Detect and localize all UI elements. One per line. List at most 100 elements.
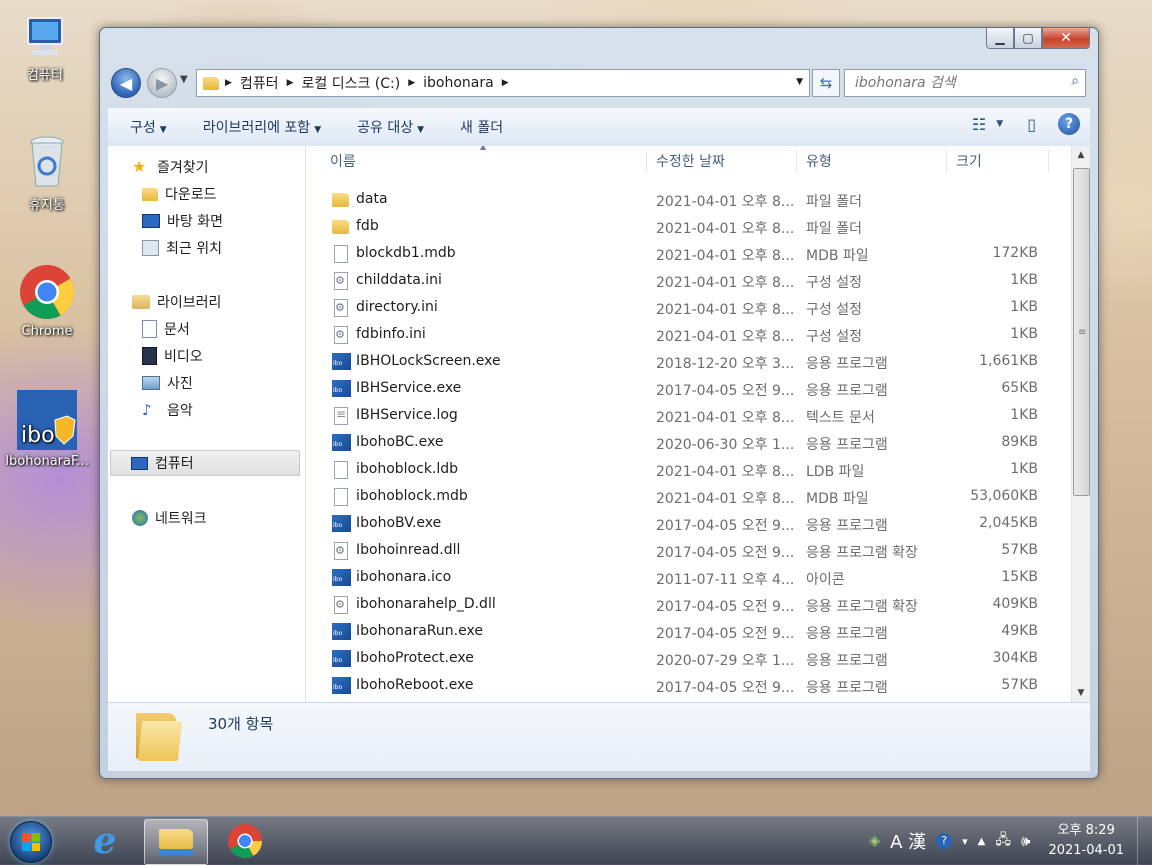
column-header-size[interactable]: 크기 [956,146,1046,176]
help-icon[interactable]: ? [1058,113,1080,135]
breadcrumb-arrow-icon[interactable]: ▶ [225,78,232,88]
application-icon [332,515,351,532]
show-hidden-icons-icon[interactable]: ▲ [978,836,986,847]
nav-recent[interactable]: 최근 위치 [142,235,222,261]
clock[interactable]: 오후 8:29 2021-04-01 [1048,821,1124,861]
nav-downloads[interactable]: 다운로드 [142,181,217,207]
column-divider[interactable] [796,150,797,172]
column-divider[interactable] [1048,150,1049,172]
preview-pane-icon[interactable]: ▯ [1027,115,1036,134]
nav-documents[interactable]: 문서 [142,316,190,342]
back-arrow-icon: ◀ [119,73,133,93]
desktop-icon-chrome[interactable]: Chrome [2,264,92,339]
file-row[interactable]: IbohoProtect.exe 2020-07-29 오후 1... 응용 프로그… [306,645,1072,672]
file-row[interactable]: data 2021-04-01 오후 8... 파일 폴더 [306,186,1072,213]
file-size: 49KB [1001,623,1038,639]
file-type: 파일 폴더 [806,221,862,237]
file-row[interactable]: childdata.ini 2021-04-01 오후 8... 구성 설정 1KB [306,267,1072,294]
column-header-name[interactable]: 이름 ▲ [330,146,630,176]
nav-label: 바탕 화면 [167,214,223,230]
file-type: 응용 프로그램 [806,518,888,534]
file-row[interactable]: ibohonarahelp_D.dll 2017-04-05 오전 9... 응용 … [306,591,1072,618]
file-row[interactable]: ibohoblock.ldb 2021-04-01 오후 8... LDB 파일 1K… [306,456,1072,483]
ime-help-icon[interactable]: ? [936,833,953,849]
refresh-button[interactable]: ⇆ [812,69,840,97]
breadcrumb-ibohonara[interactable]: ibohonara [423,75,494,91]
column-header-date[interactable]: 수정한 날짜 [656,146,796,176]
maximize-button[interactable]: ▢ [1014,28,1042,49]
column-divider[interactable] [646,150,647,172]
file-row[interactable]: IbohoBC.exe 2020-06-30 오후 1... 응용 프로그램 89KB [306,429,1072,456]
file-row[interactable]: ibohonara.ico 2011-07-11 오후 4... 아이콘 15KB [306,564,1072,591]
file-row[interactable]: IBHOLockScreen.exe 2018-12-20 오후 3... 응용 프… [306,348,1072,375]
language-bar-icon[interactable]: ◈ [869,833,880,849]
taskbar-chrome[interactable] [214,819,276,863]
file-date: 2018-12-20 오후 3... [656,356,795,372]
taskbar-internet-explorer[interactable]: e [74,819,136,863]
close-button[interactable]: ✕ [1042,28,1090,49]
address-bar[interactable]: ▶ 컴퓨터 ▶ 로컬 디스크 (C:) ▶ ibohonara ▶ ▼ [196,69,810,97]
breadcrumb-local-disk[interactable]: 로컬 디스크 (C:) [301,73,400,93]
file-row[interactable]: ibohoblock.mdb 2021-04-01 오후 8... MDB 파일 53… [306,483,1072,510]
file-row[interactable]: IbohoReboot.exe 2017-04-05 오전 9... 응용 프로그램… [306,672,1072,699]
nav-network[interactable]: 네트워크 [132,505,207,531]
library-icon [132,295,150,309]
include-in-library-menu[interactable]: 라이브러리에 포함 ▼ [203,117,321,137]
file-size: 1KB [1010,461,1038,477]
downloads-icon [142,187,158,201]
breadcrumb-arrow-icon[interactable]: ▶ [287,78,294,88]
file-row[interactable]: blockdb1.mdb 2021-04-01 오후 8... MDB 파일 172K… [306,240,1072,267]
column-header-type[interactable]: 유형 [806,146,946,176]
breadcrumb-arrow-icon[interactable]: ▶ [502,78,509,88]
search-input[interactable] [853,74,1057,92]
scroll-up-icon[interactable]: ▲ [1072,146,1090,164]
nav-pictures[interactable]: 사진 [142,370,193,396]
recent-pages-dropdown[interactable]: ▼ [180,74,188,85]
file-row[interactable]: Ibohoinread.dll 2017-04-05 오전 9... 응용 프로그램… [306,537,1072,564]
file-row[interactable]: fdb 2021-04-01 오후 8... 파일 폴더 [306,213,1072,240]
new-folder-button[interactable]: 새 폴더 [460,117,503,137]
scroll-down-icon[interactable]: ▼ [1072,684,1090,702]
back-button[interactable]: ◀ [111,68,141,98]
file-row[interactable]: directory.ini 2021-04-01 오후 8... 구성 설정 1KB [306,294,1072,321]
nav-videos[interactable]: 비디오 [142,343,203,369]
nav-computer[interactable]: 컴퓨터 [110,450,300,476]
ime-options-icon[interactable]: ▾ [962,835,968,848]
nav-desktop[interactable]: 바탕 화면 [142,208,223,234]
file-name: ibohoblock.ldb [356,461,459,477]
scroll-thumb[interactable]: ≡ [1073,168,1090,496]
taskbar-explorer[interactable] [144,819,208,865]
file-date: 2021-04-01 오후 8... [656,248,795,264]
desktop-icon-recycle-bin[interactable]: 휴지통 [2,134,92,213]
file-row[interactable]: IbohoBV.exe 2017-04-05 오전 9... 응용 프로그램 2,04… [306,510,1072,537]
nav-libraries[interactable]: 라이브러리 [132,289,221,315]
file-row[interactable]: IbohonaraRun.exe 2017-04-05 오전 9... 응용 프로그… [306,618,1072,645]
file-date: 2020-06-30 오후 1... [656,437,795,453]
search-box[interactable]: ⌕ [844,69,1086,97]
file-row[interactable]: fdbinfo.ini 2021-04-01 오후 8... 구성 설정 1KB [306,321,1072,348]
pictures-icon [142,376,160,390]
share-with-menu[interactable]: 공유 대상 ▼ [357,117,424,137]
volume-icon[interactable]: 🕪 [1021,832,1030,850]
forward-button[interactable]: ▶ [147,68,177,98]
ime-mode[interactable]: A 漢 [890,828,926,854]
minimize-button[interactable]: ▁ [986,28,1014,49]
address-dropdown-icon[interactable]: ▼ [796,77,803,87]
desktop-icon-computer[interactable]: 컴퓨터 [0,14,90,83]
search-icon[interactable]: ⌕ [1071,73,1079,89]
organize-menu[interactable]: 구성 ▼ [130,117,167,137]
column-divider[interactable] [946,150,947,172]
nav-music[interactable]: ♪ 음악 [142,397,193,423]
breadcrumb-computer[interactable]: 컴퓨터 [240,73,279,93]
network-status-icon[interactable]: 🖧 [995,829,1011,853]
view-dropdown-icon[interactable]: ▼ [996,119,1003,129]
start-button[interactable] [10,821,52,863]
breadcrumb-arrow-icon[interactable]: ▶ [408,78,415,88]
vertical-scrollbar[interactable]: ▲ ≡ ▼ [1071,146,1090,702]
nav-favorites[interactable]: ★ 즐겨찾기 [132,154,209,180]
change-view-icon[interactable]: ☷ [972,115,986,134]
show-desktop-button[interactable] [1137,817,1152,865]
desktop-icon-ibohonara[interactable]: ibo IbohonaraF... [2,390,92,469]
file-row[interactable]: IBHService.exe 2017-04-05 오전 9... 응용 프로그램 6… [306,375,1072,402]
file-row[interactable]: IBHService.log 2021-04-01 오후 8... 텍스트 문서 1K… [306,402,1072,429]
